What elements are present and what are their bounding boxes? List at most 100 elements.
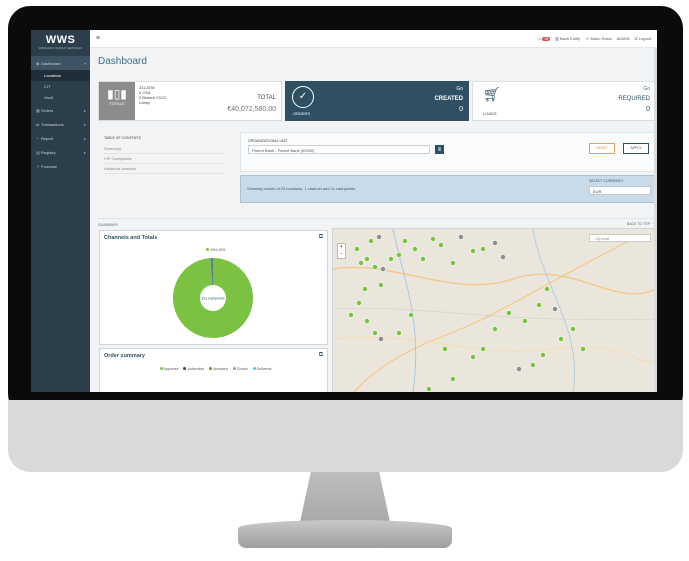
orders-card[interactable]: ✓ ORDERS Go CREATED 0 <box>285 81 469 121</box>
map-pin[interactable] <box>580 346 586 352</box>
bank-selector[interactable]: ▥ Bank Entity <box>555 36 580 41</box>
map-pin[interactable] <box>376 234 382 240</box>
map-pin[interactable] <box>348 312 354 318</box>
sidebar-item-locations[interactable]: Locations <box>31 70 90 81</box>
map-pin[interactable] <box>558 336 564 342</box>
currency-select[interactable]: EUR <box>589 186 651 195</box>
totals-breakdown: 311 ATM 0 CSA 0 Branch CICO Lobby <box>139 85 166 105</box>
org-unit-select[interactable]: Parent Bank - Parent Bank (00500) <box>248 145 430 154</box>
chevron-down-icon: ▾ <box>83 60 86 66</box>
page-scrollbar[interactable] <box>654 48 657 392</box>
map-pin[interactable] <box>354 246 360 252</box>
map-pin[interactable] <box>480 346 486 352</box>
map-pin[interactable] <box>362 286 368 292</box>
map-pin[interactable] <box>522 318 528 324</box>
legend-approved: Approved <box>163 367 179 371</box>
map-pin[interactable] <box>364 318 370 324</box>
map-pin[interactable] <box>480 246 486 252</box>
map-pin[interactable] <box>426 386 432 392</box>
zoom-out-button[interactable]: − <box>338 251 345 258</box>
map-pin[interactable] <box>368 238 374 244</box>
chevron-right-icon: ▸ <box>83 121 86 127</box>
map-pin[interactable] <box>378 336 384 342</box>
order-summary-panel: Order summary ⧉ Approved Authorized Acce… <box>99 348 328 392</box>
map-pin[interactable] <box>364 256 370 262</box>
orders-go-link[interactable]: Go <box>456 86 463 92</box>
map-pin[interactable] <box>470 354 476 360</box>
map-pin[interactable] <box>516 366 522 372</box>
map-pin[interactable] <box>530 362 536 368</box>
notification-badge: 18 <box>542 37 551 41</box>
totals-line: Lobby <box>139 100 150 105</box>
map-pin[interactable] <box>552 306 558 312</box>
toc-link-summary[interactable]: Summary <box>104 144 224 154</box>
sidebar-item-label: Dashboard <box>41 60 61 66</box>
chevron-right-icon: ▸ <box>83 135 86 141</box>
logout-button[interactable]: ⏻ Logout <box>634 36 651 41</box>
map-pin[interactable] <box>420 256 426 262</box>
map-pin[interactable] <box>442 346 448 352</box>
totals-card: ▮▯▮ TOTALS 311 ATM 0 CSA 0 Branch CICO L… <box>98 81 282 121</box>
zoom-in-button[interactable]: + <box>338 244 345 251</box>
sidebar-item-vault[interactable]: Vault <box>31 92 90 103</box>
map-pin[interactable] <box>536 302 542 308</box>
map-pin[interactable] <box>372 264 378 270</box>
sidebar-item-registry[interactable]: ▤ Registry ▸ <box>31 145 90 159</box>
map-road <box>353 238 634 392</box>
map-pin[interactable] <box>396 330 402 336</box>
top-bar: ≡ ♫ 18 ▥ Bank Entity ☺ Mario Rossi ADMIN… <box>90 30 657 48</box>
map-pin[interactable] <box>430 236 436 242</box>
map-pin[interactable] <box>506 310 512 316</box>
menu-icon[interactable]: ≡ <box>96 35 100 42</box>
map-pin[interactable] <box>380 266 386 272</box>
back-to-top-link[interactable]: BACK TO TOP ⌃ <box>627 222 654 226</box>
map-pin[interactable] <box>450 376 456 382</box>
map-pin[interactable] <box>408 312 414 318</box>
map-pin[interactable] <box>402 238 408 244</box>
org-tree-button[interactable]: ≣ <box>435 145 444 154</box>
map-pin[interactable] <box>412 246 418 252</box>
map-pin[interactable] <box>450 260 456 266</box>
locations-map[interactable]: + − ⌕ Zip code <box>332 228 657 392</box>
map-pin[interactable] <box>492 326 498 332</box>
sidebar-item-cit[interactable]: CIT <box>31 81 90 92</box>
summary-label: SUMMARY <box>98 222 119 227</box>
map-pin[interactable] <box>438 242 444 248</box>
map-search-input[interactable]: ⌕ Zip code <box>589 234 651 242</box>
loads-card[interactable]: 🛒︎ LOADS Go REQUIRED 0 <box>472 81 656 121</box>
notifications-button[interactable]: ♫ 18 <box>538 36 551 41</box>
map-pin[interactable] <box>540 352 546 358</box>
map-pin[interactable] <box>388 256 394 262</box>
map-pin[interactable] <box>458 234 464 240</box>
sidebar-item-transactions[interactable]: ⇄ Transactions ▸ <box>31 117 90 131</box>
sidebar-item-label: Forecast <box>41 163 57 169</box>
results-message: Showing results of 23 locations, 1 chann… <box>247 186 356 191</box>
orders-card-label: ORDERS <box>293 111 311 116</box>
map-pin[interactable] <box>358 260 364 266</box>
map-pin[interactable] <box>356 300 362 306</box>
sidebar-item-dashboard[interactable]: ◉ Dashboard ▾ <box>31 56 90 70</box>
order-status-legend: Approved Authorized Accepted Closed Deli… <box>100 367 327 371</box>
map-pin[interactable] <box>492 240 498 246</box>
sidebar-item-report[interactable]: ◔ Report ▸ <box>31 131 90 145</box>
map-pin[interactable] <box>372 330 378 336</box>
map-pin[interactable] <box>500 254 506 260</box>
external-link-icon[interactable]: ⧉ <box>319 352 323 359</box>
map-pin[interactable] <box>396 252 402 258</box>
bank-icon: ▥ <box>555 36 559 41</box>
loads-count: 0 <box>646 106 650 113</box>
reset-button[interactable]: RESET <box>589 143 615 154</box>
map-pin[interactable] <box>470 248 476 254</box>
loads-go-link[interactable]: Go <box>643 86 650 92</box>
legend-swatch-approved <box>159 367 163 370</box>
apply-button[interactable]: APPLY <box>623 143 649 154</box>
map-pin[interactable] <box>544 286 550 292</box>
user-menu[interactable]: ☺ Mario Rossi <box>585 36 611 41</box>
sidebar-item-orders[interactable]: ▦ Orders ▸ <box>31 103 90 117</box>
sidebar-item-forecast[interactable]: ↗ Forecast <box>31 159 90 173</box>
toc-link-historical-analysis[interactable]: Historical analysis <box>104 164 224 174</box>
toc-link-vip-cashpoints[interactable]: VIP Cashpoints <box>104 154 224 164</box>
sidebar-nav: ◉ Dashboard ▾ Locations CIT Vault ▦ Orde… <box>31 56 90 173</box>
map-pin[interactable] <box>570 326 576 332</box>
map-pin[interactable] <box>378 282 384 288</box>
